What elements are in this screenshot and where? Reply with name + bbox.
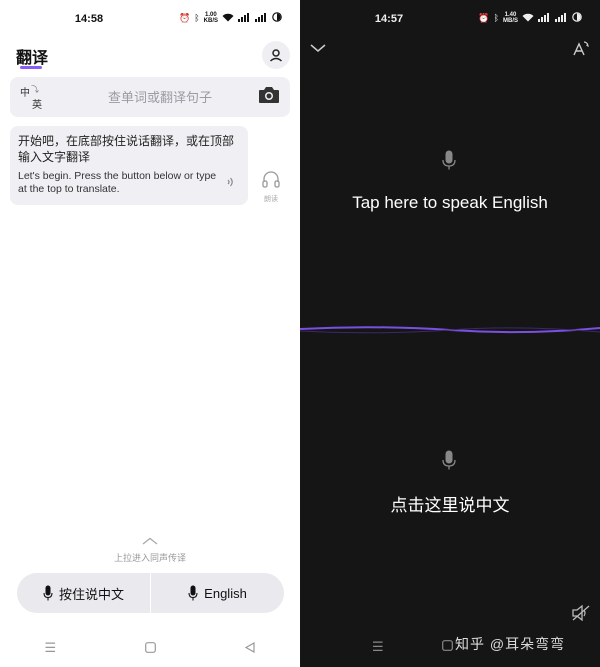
back-icon[interactable]: [245, 641, 256, 656]
search-bar: 中 ⤵ 英: [10, 77, 290, 117]
watermark: 知乎 @耳朵弯弯: [455, 636, 566, 652]
bluetooth-icon: ᛒ: [493, 13, 499, 23]
home-icon[interactable]: [442, 639, 453, 654]
chevron-down-icon: [310, 44, 326, 52]
hold-speak-english-button[interactable]: English: [151, 573, 284, 613]
alarm-icon: ⏰: [478, 12, 490, 23]
swap-icon: ⤵: [31, 85, 39, 94]
home-icon[interactable]: [145, 641, 157, 656]
hold-speak-chinese-label: 按住说中文: [58, 586, 124, 602]
status-bar: 14:57 ⏰ ᛒ 1.40 MB/S: [300, 0, 600, 38]
collapse-button[interactable]: [310, 40, 326, 56]
microphone-icon: [442, 150, 456, 170]
microphone-icon: [442, 450, 456, 470]
lang-from: 中: [20, 88, 30, 99]
pull-up-hint[interactable]: 上拉进入同声传译: [0, 537, 300, 564]
hold-speak-chinese-button[interactable]: 按住说中文: [17, 573, 150, 613]
right-screen: 14:57 ⏰ ᛒ 1.40 MB/S Tap here to speak Eng: [300, 0, 600, 667]
status-time: 14:57: [374, 13, 404, 25]
chevron-up-icon: [0, 537, 300, 547]
status-icons: ⏰ ᛒ 1.40 MB/S: [478, 12, 582, 24]
welcome-message-bubble: 开始吧，在底部按住说话翻译，或在顶部输入文字翻译 Let's begin. Pr…: [10, 126, 248, 205]
search-input[interactable]: [70, 77, 250, 117]
sound-waves-icon: [226, 175, 236, 192]
battery-icon: [572, 12, 582, 24]
wifi-icon: [522, 13, 534, 24]
profile-button[interactable]: [262, 41, 290, 69]
network-speed: 1.00 KB/S: [203, 12, 218, 24]
welcome-text-zh: 开始吧，在底部按住说话翻译，或在顶部输入文字翻译: [18, 134, 235, 164]
page-title: 翻译: [16, 50, 49, 67]
hold-speak-english-label: English: [204, 585, 247, 601]
left-screen: 14:58 ⏰ ᛒ 1.00 KB/S 翻译 中 ⤵ 英 查单词或翻译句子 开始…: [0, 0, 300, 667]
status-time: 14:58: [74, 13, 104, 25]
voice-waveform: [300, 326, 600, 334]
menu-icon[interactable]: ☰: [372, 639, 384, 655]
voice-input-bar: 按住说中文 English: [17, 573, 284, 613]
speak-chinese-prompt[interactable]: 点击这里说中文: [300, 491, 600, 516]
headphones-icon: [262, 171, 280, 188]
signal-icon-2: [555, 12, 568, 24]
signal-icon: [538, 12, 551, 24]
signal-icon-2: [255, 12, 268, 24]
signal-icon: [238, 12, 251, 24]
camera-button[interactable]: [258, 86, 282, 108]
user-icon: [269, 49, 283, 62]
menu-icon[interactable]: ☰: [45, 640, 57, 656]
speak-chinese-mic[interactable]: [442, 450, 456, 475]
welcome-text-en: Let's begin. Press the button below or t…: [18, 170, 217, 195]
read-aloud-label: 朗读: [264, 196, 278, 203]
microphone-icon: [43, 585, 53, 601]
wifi-icon: [222, 13, 234, 24]
speak-english-prompt[interactable]: Tap here to speak English: [300, 193, 600, 213]
alarm-icon: ⏰: [179, 12, 191, 23]
speaker-muted-icon: [572, 604, 590, 622]
microphone-icon: [188, 585, 198, 601]
auto-detect-icon: [573, 41, 589, 56]
camera-icon: [259, 87, 279, 103]
lang-to: 英: [32, 100, 42, 111]
read-aloud-button[interactable]: 朗读: [258, 170, 284, 204]
system-nav-bar: ☰: [0, 636, 300, 660]
battery-icon: [272, 12, 282, 24]
pull-up-hint-text: 上拉进入同声传译: [113, 553, 186, 563]
speak-english-mic[interactable]: [442, 150, 456, 175]
status-icons: ⏰ ᛒ 1.00 KB/S: [179, 12, 282, 24]
status-bar: 14:58 ⏰ ᛒ 1.00 KB/S: [0, 0, 300, 38]
title-underline: [20, 66, 42, 69]
language-switch-button[interactable]: 中 ⤵ 英: [20, 84, 48, 112]
auto-language-button[interactable]: [572, 40, 590, 58]
mute-button[interactable]: [572, 604, 590, 626]
network-speed: 1.40 MB/S: [503, 12, 518, 24]
bluetooth-icon: ᛒ: [194, 13, 200, 23]
